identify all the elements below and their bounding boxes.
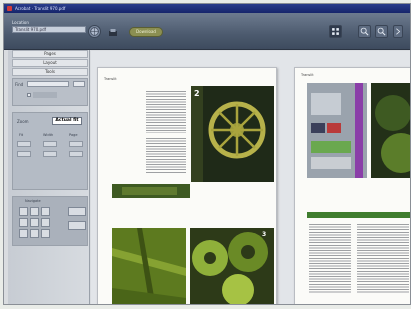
zoom-fit-button[interactable] — [17, 141, 31, 147]
sidebar-panel: Pages Layout Tools Find Zoom Actual fit … — [8, 50, 90, 304]
zoom-option-label-fit: Fit — [19, 133, 24, 137]
zoom-label: Zoom — [17, 119, 29, 124]
green-rule — [307, 212, 410, 218]
zoom-width-button[interactable] — [43, 141, 57, 147]
navigation-label: Navigate — [25, 199, 41, 203]
spread-photo-right — [371, 83, 410, 178]
cover-photo-gear: 2 — [191, 86, 274, 182]
magnifier-plus-icon — [360, 27, 369, 36]
search-label: Find — [15, 82, 24, 87]
sidebar-item-pages[interactable]: Pages — [12, 50, 88, 58]
navigation-group: Navigate — [12, 196, 88, 246]
text-column — [309, 224, 351, 294]
zoom-page-button[interactable] — [69, 141, 83, 147]
more-tools-button[interactable] — [393, 25, 403, 38]
app-window: Acrobat · Translit 970.pdf Location Tran… — [3, 3, 411, 305]
zoom-preset-button[interactable] — [69, 151, 83, 157]
nav-key-button[interactable] — [41, 218, 50, 227]
match-case-checkbox[interactable] — [27, 93, 31, 97]
globe-icon — [90, 27, 99, 36]
nav-key-button[interactable] — [30, 218, 39, 227]
zoom-group: Zoom Actual fit Fit Width Page — [12, 112, 88, 190]
nav-key-button[interactable] — [41, 229, 50, 238]
page-spread-right: Translit — [294, 67, 410, 304]
page-header: Translit — [104, 77, 117, 81]
text-column — [146, 91, 186, 133]
page-spread-left: Translit 2 3 — [97, 67, 277, 304]
zoom-option-label-page: Page — [69, 133, 78, 137]
text-column — [357, 224, 409, 294]
nav-key-button[interactable] — [30, 207, 39, 216]
magnifier-icon — [377, 27, 386, 36]
search-go-button[interactable] — [73, 81, 85, 87]
nav-key-button[interactable] — [41, 207, 50, 216]
location-label: Location — [12, 20, 29, 25]
nav-key-button[interactable] — [19, 218, 28, 227]
zoom-in-button[interactable] — [358, 25, 371, 38]
search-group: Find — [12, 78, 88, 106]
zoom-preset-button[interactable] — [17, 151, 31, 157]
thumbnail-view-button[interactable] — [329, 25, 342, 38]
title-bar: Acrobat · Translit 970.pdf — [4, 4, 410, 13]
page-number: 2 — [194, 89, 200, 98]
zoom-option-label-width: Width — [43, 133, 54, 137]
page-number: 3 — [262, 231, 267, 238]
nav-key-button[interactable] — [19, 229, 28, 238]
last-page-button[interactable] — [68, 221, 86, 230]
window-title: Acrobat · Translit 970.pdf — [15, 6, 66, 11]
printer-icon — [109, 29, 117, 36]
nav-key-button[interactable] — [19, 207, 28, 216]
field-photo — [112, 228, 186, 304]
grid-icon — [332, 28, 339, 35]
location-field[interactable]: Translit 970.pdf — [12, 26, 86, 33]
print-button[interactable] — [108, 28, 118, 38]
document-viewport[interactable]: Translit 2 3 Translit — [91, 51, 410, 304]
gears-photo: 3 — [190, 228, 274, 304]
match-case-label — [33, 92, 57, 98]
nav-key-button[interactable] — [30, 229, 39, 238]
toolbar: Location Translit 970.pdf Download — [4, 13, 410, 50]
open-button[interactable] — [88, 25, 101, 38]
sidebar-item-layout[interactable]: Layout — [12, 59, 88, 67]
download-button[interactable]: Download — [129, 27, 163, 37]
search-input[interactable] — [27, 81, 69, 87]
zoom-preset-button[interactable] — [43, 151, 57, 157]
zoom-out-button[interactable] — [375, 25, 388, 38]
banner-photo — [112, 184, 190, 198]
text-column — [146, 138, 186, 174]
spread-photo-left — [307, 83, 367, 178]
page-header: Translit — [301, 73, 314, 77]
chevron-right-icon — [396, 28, 401, 35]
sidebar-item-tools[interactable]: Tools — [12, 68, 88, 76]
zoom-select[interactable]: Actual fit — [52, 117, 82, 125]
app-icon — [7, 6, 12, 11]
first-page-button[interactable] — [68, 207, 86, 216]
